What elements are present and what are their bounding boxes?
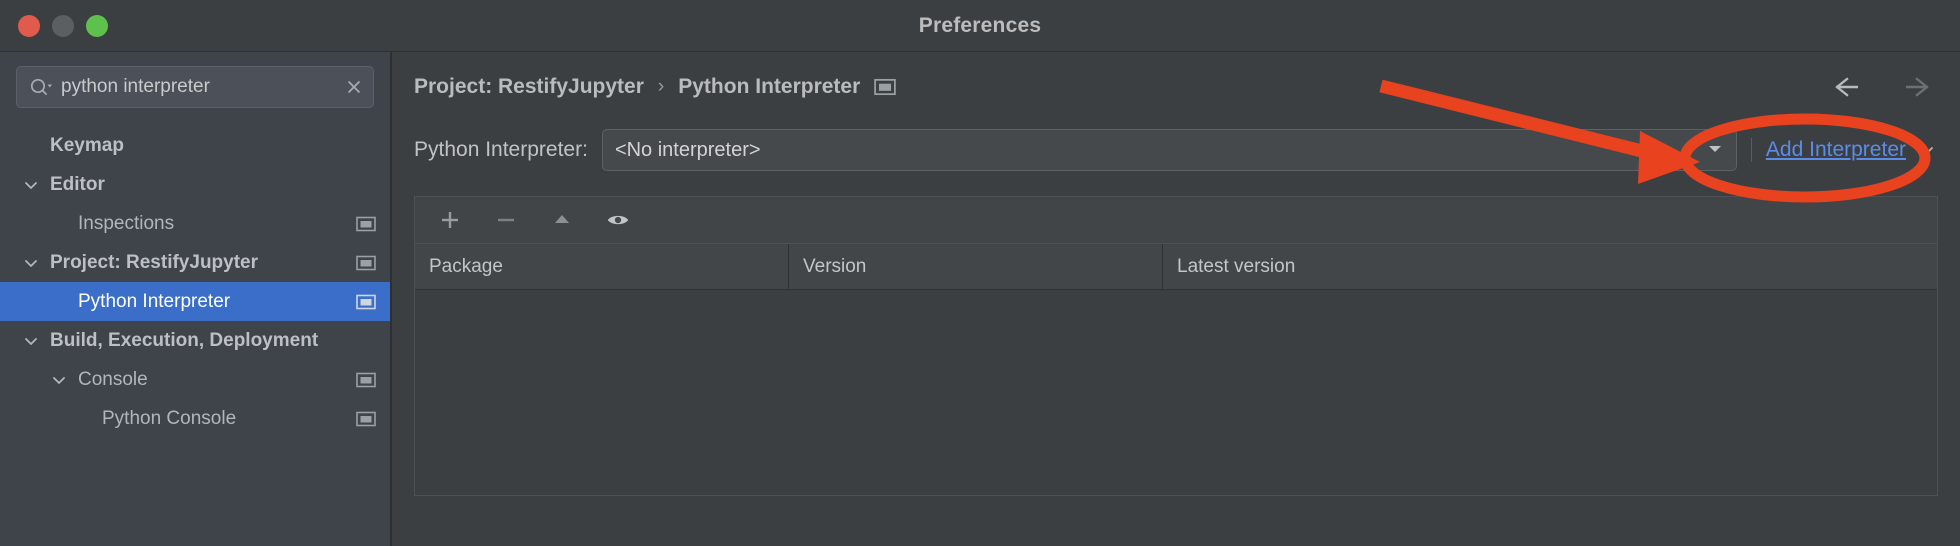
chevron-down-icon[interactable]	[22, 254, 40, 272]
interpreter-value: <No interpreter>	[614, 138, 761, 161]
search-input[interactable]: python interpreter	[61, 76, 337, 98]
close-window-button[interactable]	[18, 14, 40, 37]
window-controls	[18, 14, 108, 37]
breadcrumb-project[interactable]: Project: RestifyJupyter	[414, 75, 644, 99]
packages-table: Package Version Latest version	[414, 196, 1938, 496]
window-icon	[356, 372, 376, 388]
chevron-down-icon[interactable]	[22, 176, 40, 194]
sidebar-item-label: Inspections	[78, 212, 175, 234]
sidebar-item-python-interpreter[interactable]: Python Interpreter	[0, 282, 390, 321]
window-icon	[356, 294, 376, 310]
packages-table-header: Package Version Latest version	[415, 244, 1937, 290]
sidebar-item-inspections[interactable]: Inspections	[0, 204, 390, 243]
interpreter-row: Python Interpreter: <No interpreter> Add…	[392, 122, 1960, 178]
sidebar-item-label: Keymap	[50, 134, 124, 156]
chevron-down-icon[interactable]	[1916, 142, 1936, 158]
title-bar: Preferences	[0, 0, 1960, 52]
sidebar-item-editor[interactable]: Editor	[0, 165, 390, 204]
breadcrumb-separator: ›	[657, 76, 665, 97]
remove-package-button[interactable]	[493, 207, 519, 233]
add-package-button[interactable]	[437, 207, 463, 233]
packages-toolbar	[415, 197, 1937, 244]
triangle-up-icon[interactable]	[549, 207, 575, 233]
chevron-down-icon[interactable]	[22, 332, 40, 350]
column-header-latest-version[interactable]: Latest version	[1163, 244, 1937, 289]
window-body: python interpreter Keymap Editor Inspect…	[0, 52, 1960, 546]
column-header-version[interactable]: Version	[789, 244, 1163, 289]
breadcrumb: Project: RestifyJupyter › Python Interpr…	[392, 52, 1960, 122]
maximize-window-button[interactable]	[86, 14, 108, 37]
window-icon	[356, 411, 376, 427]
settings-sidebar: python interpreter Keymap Editor Inspect…	[0, 52, 392, 546]
sidebar-item-label: Python Console	[102, 407, 237, 429]
minimize-window-button[interactable]	[52, 14, 74, 37]
arrow-left-icon[interactable]	[1834, 75, 1868, 99]
sidebar-item-keymap[interactable]: Keymap	[0, 126, 390, 165]
sidebar-item-label: Editor	[50, 173, 105, 195]
add-interpreter-button[interactable]: Add Interpreter	[1750, 138, 1936, 162]
chevron-down-icon[interactable]	[50, 371, 68, 389]
search-container: python interpreter	[0, 66, 390, 120]
sidebar-item-build-execution-deployment[interactable]: Build, Execution, Deployment	[0, 321, 390, 360]
packages-table-body[interactable]	[415, 290, 1937, 495]
window-title: Preferences	[918, 13, 1042, 37]
column-header-package[interactable]: Package	[415, 244, 789, 289]
sidebar-item-console[interactable]: Console	[0, 360, 390, 399]
close-icon[interactable]	[345, 78, 363, 96]
window-icon	[356, 216, 376, 232]
settings-content: Project: RestifyJupyter › Python Interpr…	[392, 52, 1960, 546]
preferences-window: Preferences python interpreter Keymap Ed…	[0, 0, 1960, 546]
sidebar-item-label: Python Interpreter	[78, 290, 231, 312]
navigation-arrows	[1834, 75, 1938, 99]
interpreter-label: Python Interpreter:	[414, 138, 588, 161]
sidebar-item-project[interactable]: Project: RestifyJupyter	[0, 243, 390, 282]
search-icon	[29, 77, 53, 97]
window-icon	[874, 78, 897, 96]
sidebar-item-label: Project: RestifyJupyter	[50, 251, 259, 273]
add-interpreter-label: Add Interpreter	[1765, 138, 1906, 161]
breadcrumb-page: Python Interpreter	[678, 75, 861, 98]
sidebar-item-python-console[interactable]: Python Console	[0, 399, 390, 438]
chevron-down-icon[interactable]	[1706, 141, 1724, 160]
sidebar-item-label: Console	[78, 368, 148, 390]
sidebar-item-label: Build, Execution, Deployment	[50, 329, 319, 351]
eye-icon[interactable]	[605, 207, 631, 233]
arrow-right-icon[interactable]	[1896, 75, 1930, 99]
window-icon	[356, 255, 376, 271]
search-field[interactable]: python interpreter	[16, 66, 374, 108]
settings-tree: Keymap Editor Inspections Project: Resti…	[0, 126, 390, 438]
interpreter-dropdown[interactable]: <No interpreter>	[601, 129, 1737, 171]
